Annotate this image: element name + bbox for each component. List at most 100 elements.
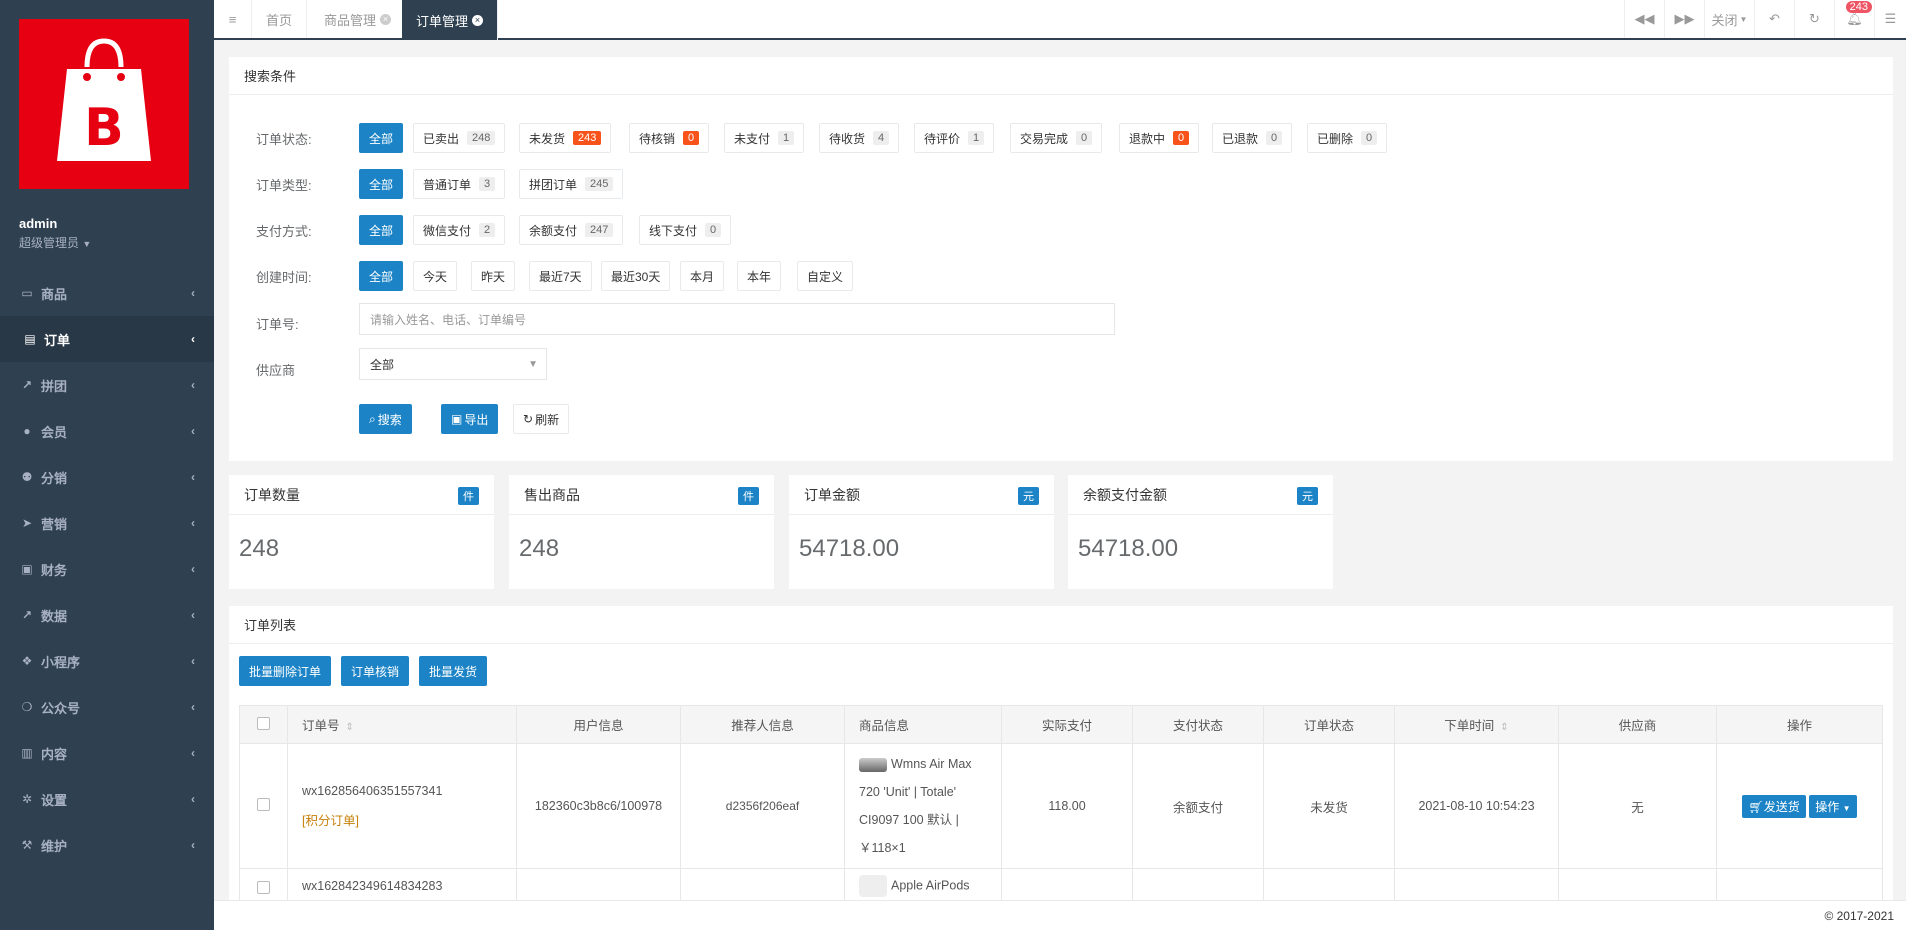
menu-toggle-button[interactable]: ≡ [214,0,252,38]
back-button[interactable]: ↶ [1754,0,1794,38]
count-badge: 0 [683,131,700,145]
tab-home[interactable]: 首页 [252,0,308,38]
refresh-tab-button[interactable]: ↻ [1794,0,1834,38]
row-checkbox[interactable] [257,798,270,811]
sidebar-item-finance[interactable]: ▣ 财务 ‹ [0,546,214,592]
order-no[interactable]: wx162842349614834283 [302,879,442,893]
supplier-select[interactable]: 全部 ▼ [359,348,547,380]
batch-delete-button[interactable]: 批量删除订单 [239,656,332,686]
type-all-button[interactable]: 全部 [359,169,404,199]
sidebar-item-members[interactable]: ● 会员 ‹ [0,408,214,454]
filter-label: 拼团订单 [529,177,578,192]
close-tab-icon[interactable]: × [472,14,484,26]
column-header-label: 订单状态 [1303,719,1354,733]
profile-role-dropdown[interactable]: 超级管理员 ▼ [19,234,91,251]
pay-balance-button[interactable]: 余额支付 247 [519,215,624,245]
status-filter-label: 订单状态: [256,132,312,147]
status-refunding-button[interactable]: 退款中 0 [1119,123,1200,153]
col-time[interactable]: 下单时间 ⇕ [1394,705,1559,744]
time-all-button[interactable]: 全部 [359,261,404,291]
time-month-button[interactable]: 本月 [680,261,725,291]
time-30days-button[interactable]: 最近30天 [601,261,671,291]
status-pending-verify-button[interactable]: 待核销 0 [629,123,710,153]
column-header-label: 实际支付 [1041,719,1092,733]
order-no[interactable]: wx162856406351557341 [302,784,516,798]
save-icon: ▣ [451,412,463,426]
col-order-no[interactable]: 订单号 ⇕ [287,705,517,744]
sidebar-item-goods[interactable]: ▭ 商品 ‹ [0,270,214,316]
pay-wechat-button[interactable]: 微信支付 2 [413,215,506,245]
scroll-tabs-right-button[interactable]: ▶▶ [1664,0,1704,38]
filter-label: 全部 [369,131,394,146]
col-user: 用户信息 [516,705,681,744]
status-unpaid-button[interactable]: 未支付 1 [724,123,805,153]
notification-button[interactable]: 🔔︎ 243 [1834,0,1874,38]
status-completed-button[interactable]: 交易完成 0 [1010,123,1103,153]
refresh-button[interactable]: ↻ 刷新 [513,404,570,434]
sidebar-item-miniprogram[interactable]: ❖ 小程序 ‹ [0,638,214,684]
pay-all-button[interactable]: 全部 [359,215,404,245]
operate-dropdown[interactable]: 操作 ▼ [1809,794,1857,818]
tab-goods[interactable]: 商品管理 × [310,0,407,38]
filter-label: 全部 [369,269,394,284]
more-menu-button[interactable]: ☰ [1874,0,1906,38]
wechat-icon: ❍ [21,700,33,714]
order-verify-button[interactable]: 订单核销 [341,656,410,686]
order-search-input[interactable]: 请输入姓名、电话、订单编号 [359,303,1115,335]
sidebar-item-distribution[interactable]: ⚉ 分销 ‹ [0,454,214,500]
status-refunded-button[interactable]: 已退款 0 [1212,123,1293,153]
time-yesterday-button[interactable]: 昨天 [471,261,516,291]
sidebar-item-marketing[interactable]: ➤ 营销 ‹ [0,500,214,546]
sidebar-item-group[interactable]: ↗ 拼团 ‹ [0,362,214,408]
batch-ship-button[interactable]: 批量发货 [419,656,488,686]
close-tab-icon[interactable]: × [380,13,392,25]
time-7days-button[interactable]: 最近7天 [529,261,592,291]
sidebar-item-maintenance[interactable]: ⚒ 维护 ‹ [0,822,214,868]
stat-title: 订单金额 [789,475,1054,515]
batch-ship-label: 批量发货 [429,664,478,679]
stat-card-balance: 余额支付金额 元 54718.00 [1068,475,1333,589]
sidebar-item-label: 设置 [41,792,68,808]
search-button[interactable]: ⌕ 搜索 [359,404,412,434]
pay-offline-button[interactable]: 线下支付 0 [639,215,732,245]
filter-label: 已删除 [1317,131,1354,146]
status-deleted-button[interactable]: 已删除 0 [1307,123,1388,153]
tab-label: 商品管理 [324,12,377,28]
type-normal-button[interactable]: 普通订单 3 [413,169,506,199]
bell-icon: 🔔︎ [1846,11,1863,26]
status-unshipped-button[interactable]: 未发货 243 [519,123,612,153]
sidebar-item-official-account[interactable]: ❍ 公众号 ‹ [0,684,214,730]
type-group-button[interactable]: 拼团订单 245 [519,169,624,199]
chevron-left-icon: ‹ [191,792,195,806]
logo: B [19,19,189,189]
sidebar-item-orders[interactable]: ▤ 订单 ‹ [0,316,214,362]
profile-name[interactable]: admin [19,216,57,231]
time-today-button[interactable]: 今天 [413,261,458,291]
chevron-left-icon: ‹ [191,516,195,530]
status-pending-review-button[interactable]: 待评价 1 [914,123,995,153]
time-cell: 2021-08-10 10:54:23 [1394,743,1559,869]
status-all-button[interactable]: 全部 [359,123,404,153]
chevron-left-icon: ‹ [191,562,195,576]
money-icon: ▣ [21,562,33,576]
order-verify-label: 订单核销 [351,664,400,679]
row-checkbox[interactable] [257,881,270,894]
sidebar-item-data[interactable]: ↗ 数据 ‹ [0,592,214,638]
scroll-tabs-left-button[interactable]: ◀◀ [1624,0,1664,38]
time-custom-button[interactable]: 自定义 [797,261,854,291]
pay-status-cell: 余额支付 [1132,743,1264,869]
chevron-left-icon: ‹ [191,286,195,300]
export-button[interactable]: ▣ 导出 [441,404,499,434]
status-pending-receive-button[interactable]: 待收货 4 [819,123,900,153]
count-badge: 1 [968,131,985,145]
close-tabs-dropdown[interactable]: 关闭 ▼ [1704,0,1754,38]
ship-button[interactable]: 🛒︎发送货 [1742,794,1806,818]
time-year-button[interactable]: 本年 [737,261,782,291]
tab-orders[interactable]: 订单管理 × [402,0,499,40]
filter-label: 普通订单 [423,177,472,192]
sidebar-item-content[interactable]: ▥ 内容 ‹ [0,730,214,776]
filter-label: 退款中 [1129,131,1166,146]
status-sold-button[interactable]: 已卖出 248 [413,123,506,153]
select-all-checkbox[interactable] [257,716,270,730]
sidebar-item-settings[interactable]: ✲ 设置 ‹ [0,776,214,822]
